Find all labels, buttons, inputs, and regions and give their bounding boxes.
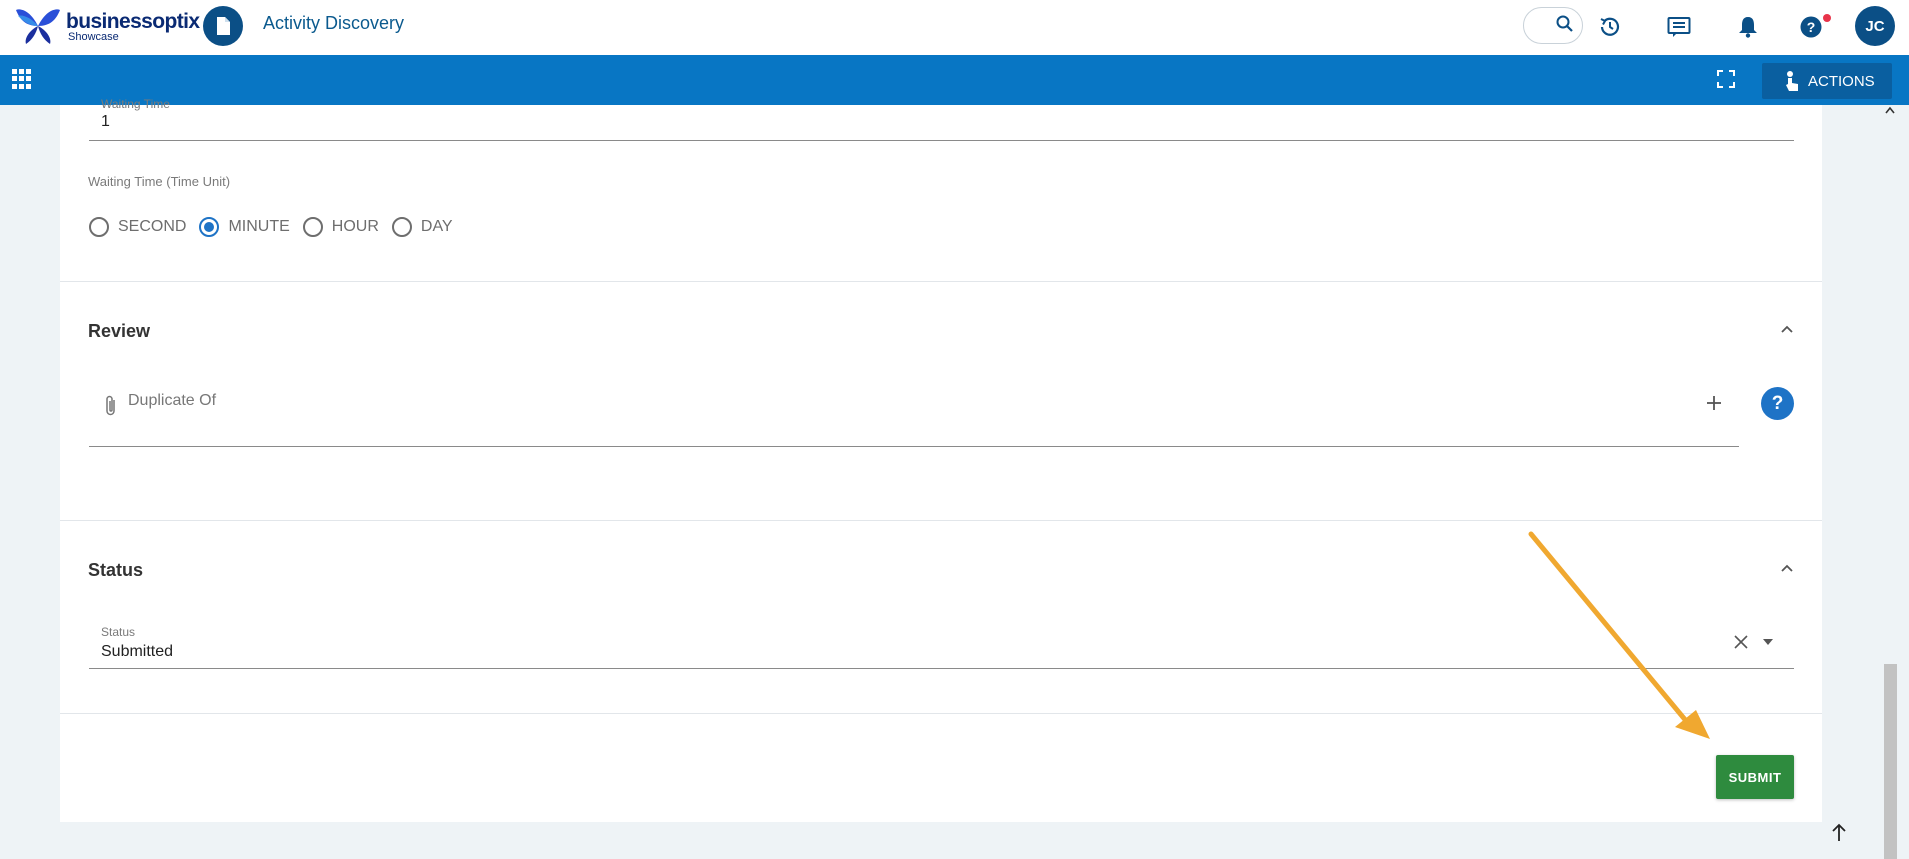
scroll-up-arrow-icon[interactable] bbox=[1885, 106, 1895, 114]
logo-subtext: Showcase bbox=[68, 31, 119, 43]
section-divider bbox=[60, 520, 1822, 521]
radio-circle[interactable] bbox=[391, 217, 412, 237]
help-button[interactable]: ? bbox=[1761, 387, 1794, 420]
dropdown-arrow-icon[interactable] bbox=[1763, 639, 1773, 645]
waiting-time-label: Waiting Time bbox=[101, 97, 170, 111]
form-card: Waiting Time 1 Waiting Time (Time Unit) … bbox=[60, 97, 1822, 822]
document-icon[interactable] bbox=[203, 6, 243, 46]
notifications-icon[interactable] bbox=[1733, 12, 1763, 42]
radio-day[interactable]: DAY bbox=[391, 217, 453, 237]
waiting-time-value[interactable]: 1 bbox=[101, 113, 110, 131]
logo-text: businessoptix bbox=[66, 10, 200, 33]
touch-icon bbox=[1786, 71, 1798, 91]
search-icon bbox=[1556, 15, 1573, 32]
svg-text:?: ? bbox=[1807, 19, 1816, 35]
messages-icon[interactable] bbox=[1664, 12, 1694, 42]
radio-second[interactable]: SECOND bbox=[89, 217, 186, 237]
app-title: Activity Discovery bbox=[263, 13, 405, 33]
status-field-label: Status bbox=[101, 625, 136, 639]
actions-button[interactable]: ACTIONS bbox=[1762, 63, 1892, 99]
radio-circle[interactable] bbox=[89, 217, 109, 237]
status-section-title: Status bbox=[88, 560, 144, 580]
section-divider bbox=[60, 713, 1822, 714]
time-unit-radio-group: SECOND MINUTE HOUR DAY bbox=[89, 212, 466, 242]
chevron-up-icon[interactable] bbox=[1780, 563, 1794, 573]
radio-circle[interactable] bbox=[302, 217, 323, 237]
radio-minute[interactable]: MINUTE bbox=[199, 217, 290, 237]
search-input[interactable] bbox=[1523, 7, 1583, 44]
time-unit-label: Waiting Time (Time Unit) bbox=[88, 174, 231, 189]
help-icon[interactable]: ? bbox=[1796, 12, 1826, 42]
scrollbar-thumb[interactable] bbox=[1884, 664, 1897, 859]
section-divider bbox=[60, 281, 1822, 282]
duplicate-of-underline bbox=[89, 446, 1739, 447]
submit-button[interactable]: SUBMIT bbox=[1716, 755, 1794, 799]
review-section-title: Review bbox=[88, 321, 151, 341]
history-icon[interactable] bbox=[1595, 12, 1625, 42]
status-underline bbox=[89, 668, 1794, 669]
back-to-top-icon[interactable] bbox=[1826, 820, 1852, 846]
top-header: businessoptix Showcase Activity Discover… bbox=[0, 0, 1909, 55]
duplicate-of-label: Duplicate Of bbox=[128, 392, 217, 409]
status-field-value[interactable]: Submitted bbox=[101, 643, 173, 661]
radio-circle-selected[interactable] bbox=[199, 217, 220, 237]
fullscreen-icon[interactable] bbox=[1716, 69, 1736, 89]
attachment-icon bbox=[106, 395, 115, 416]
clear-icon[interactable] bbox=[1734, 635, 1748, 649]
radio-hour[interactable]: HOUR bbox=[302, 217, 379, 237]
butterfly-logo-icon bbox=[16, 9, 60, 44]
waiting-time-underline bbox=[89, 140, 1794, 141]
add-icon[interactable] bbox=[1706, 395, 1722, 411]
businessoptix-logo[interactable]: businessoptix Showcase bbox=[16, 6, 200, 46]
chevron-up-icon[interactable] bbox=[1780, 324, 1794, 334]
toolbar: ACTIONS bbox=[0, 55, 1909, 105]
apps-grid-icon[interactable] bbox=[12, 69, 32, 89]
avatar[interactable]: JC bbox=[1855, 6, 1895, 46]
help-badge-dot bbox=[1823, 14, 1831, 22]
actions-label: ACTIONS bbox=[1808, 72, 1875, 90]
